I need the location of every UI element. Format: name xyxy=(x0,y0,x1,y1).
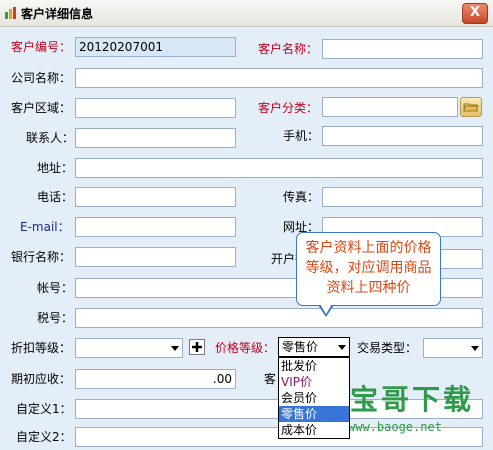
custom2-label: 自定义2： xyxy=(16,430,72,444)
contact-field[interactable] xyxy=(75,128,236,148)
price-option-wholesale[interactable]: 批发价 xyxy=(279,358,349,374)
mobile-label: 手机： xyxy=(283,129,320,143)
app-window-icon xyxy=(5,7,16,19)
folder-picker-icon xyxy=(463,103,479,112)
price-option-retail[interactable]: 零售价 xyxy=(279,406,349,422)
discount-level-select[interactable] xyxy=(75,338,183,358)
watermark-url: www.baoge.net xyxy=(348,420,442,434)
add-icon xyxy=(192,342,202,352)
address-field[interactable] xyxy=(75,158,483,178)
chevron-down-icon xyxy=(338,345,346,350)
watermark-text: 宝哥下载 xyxy=(350,383,475,416)
customer-name-field[interactable] xyxy=(322,39,483,59)
price-level-value: 零售价 xyxy=(282,340,319,354)
price-level-label: 价格等级： xyxy=(215,341,276,355)
phone-label: 电话： xyxy=(37,190,74,204)
opening-receivable-label: 期初应收： xyxy=(11,372,72,386)
account-label: 帐号： xyxy=(37,281,74,295)
price-level-select[interactable]: 零售价 xyxy=(278,337,350,357)
tax-no-label: 税号： xyxy=(37,311,74,325)
category-field[interactable] xyxy=(322,97,458,117)
company-name-label: 公司名称： xyxy=(11,71,72,85)
customer-no-label: 客户编号： xyxy=(11,40,72,54)
customer-name-label: 客户名称： xyxy=(258,42,319,56)
bank-name-label: 银行名称： xyxy=(11,250,72,264)
chevron-down-icon xyxy=(471,346,479,351)
category-picker-button[interactable] xyxy=(460,97,482,117)
custom1-label: 自定义1： xyxy=(16,402,72,416)
watermark: 宝哥下载 www.baoge.net xyxy=(330,378,490,444)
opening-receivable-field[interactable]: .00 xyxy=(75,369,236,389)
partial-hidden-label: 客 xyxy=(264,372,277,386)
price-option-vip[interactable]: VIP价 xyxy=(279,374,349,390)
region-field[interactable] xyxy=(75,98,236,118)
address-label: 地址： xyxy=(37,161,74,175)
region-label: 客户区域： xyxy=(11,101,72,115)
price-option-member[interactable]: 会员价 xyxy=(279,390,349,406)
add-discount-level-button[interactable] xyxy=(189,339,205,355)
price-level-tooltip: 客户资料上面的价格等级，对应调用商品资料上四种价 xyxy=(296,232,441,306)
price-level-dropdown: 批发价 VIP价 会员价 零售价 成本价 xyxy=(278,357,350,439)
chevron-down-icon xyxy=(171,346,179,351)
tax-no-field[interactable] xyxy=(75,308,483,328)
tooltip-pointer-inner xyxy=(320,304,332,314)
window-title: 客户详细信息 xyxy=(21,7,94,21)
contact-label: 联系人： xyxy=(26,131,75,145)
discount-level-label: 折扣等级： xyxy=(11,341,72,355)
bank-name-field[interactable] xyxy=(75,247,236,267)
phone-field[interactable] xyxy=(75,187,236,207)
fax-field[interactable] xyxy=(322,187,483,207)
company-name-field[interactable] xyxy=(75,68,483,88)
fax-label: 传真： xyxy=(283,190,320,204)
email-field[interactable] xyxy=(75,217,236,237)
title-bar: 客户详细信息 X xyxy=(0,0,493,27)
price-option-cost[interactable]: 成本价 xyxy=(279,422,349,438)
close-button[interactable]: X xyxy=(462,3,488,24)
category-label: 客户分类： xyxy=(258,101,319,115)
trade-type-select[interactable] xyxy=(423,338,483,358)
email-label: E-mail： xyxy=(20,220,70,234)
mobile-field[interactable] xyxy=(322,126,483,146)
trade-type-label: 交易类型： xyxy=(357,341,418,355)
customer-no-field[interactable]: 20120207001 xyxy=(75,37,236,57)
